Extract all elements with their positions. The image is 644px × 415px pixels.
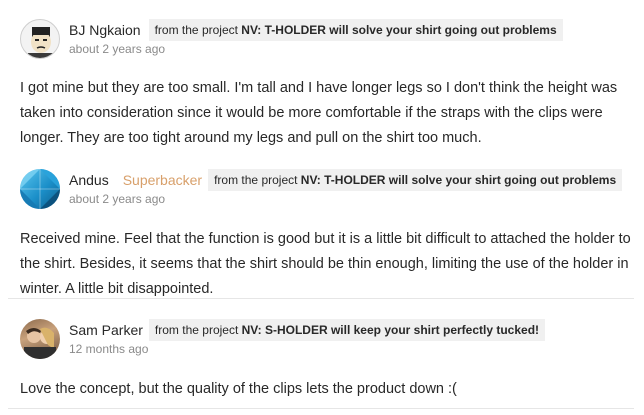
avatar[interactable] xyxy=(20,319,60,359)
geometric-pattern-icon xyxy=(20,169,60,209)
superbacker-badge: Superbacker xyxy=(122,172,203,188)
project-name[interactable]: NV: S-HOLDER will keep your shirt perfec… xyxy=(242,323,539,337)
author-name[interactable]: Sam Parker xyxy=(69,322,143,338)
avatar[interactable] xyxy=(20,19,60,59)
comment-timestamp: about 2 years ago xyxy=(69,192,166,206)
avatar[interactable] xyxy=(20,169,60,209)
comment-body: Love the concept, but the quality of the… xyxy=(20,381,457,397)
comment-timestamp: 12 months ago xyxy=(69,342,149,356)
comment-body: I got mine but they are too small. I'm t… xyxy=(20,80,618,146)
project-name[interactable]: NV: T-HOLDER will solve your shirt going… xyxy=(241,23,556,37)
author-name[interactable]: Andus xyxy=(69,172,109,188)
cartoon-face-icon xyxy=(28,27,54,58)
couple-photo-icon xyxy=(24,327,56,359)
author-name[interactable]: BJ Ngkaion xyxy=(69,22,141,38)
comment-body: Received mine. Feel that the function is… xyxy=(20,231,631,297)
project-prefix: from the project xyxy=(154,23,242,37)
project-tag[interactable]: from the project NV: T-HOLDER will solve… xyxy=(208,169,623,191)
project-tag[interactable]: from the project NV: T-HOLDER will solve… xyxy=(148,19,563,41)
project-name[interactable]: NV: T-HOLDER will solve your shirt going… xyxy=(301,173,616,187)
comment-divider xyxy=(8,298,634,299)
project-tag[interactable]: from the project NV: S-HOLDER will keep … xyxy=(148,319,546,341)
comment-timestamp: about 2 years ago xyxy=(69,42,166,56)
project-prefix: from the project xyxy=(154,323,242,337)
project-prefix: from the project xyxy=(214,173,301,187)
comment-divider xyxy=(8,408,634,409)
